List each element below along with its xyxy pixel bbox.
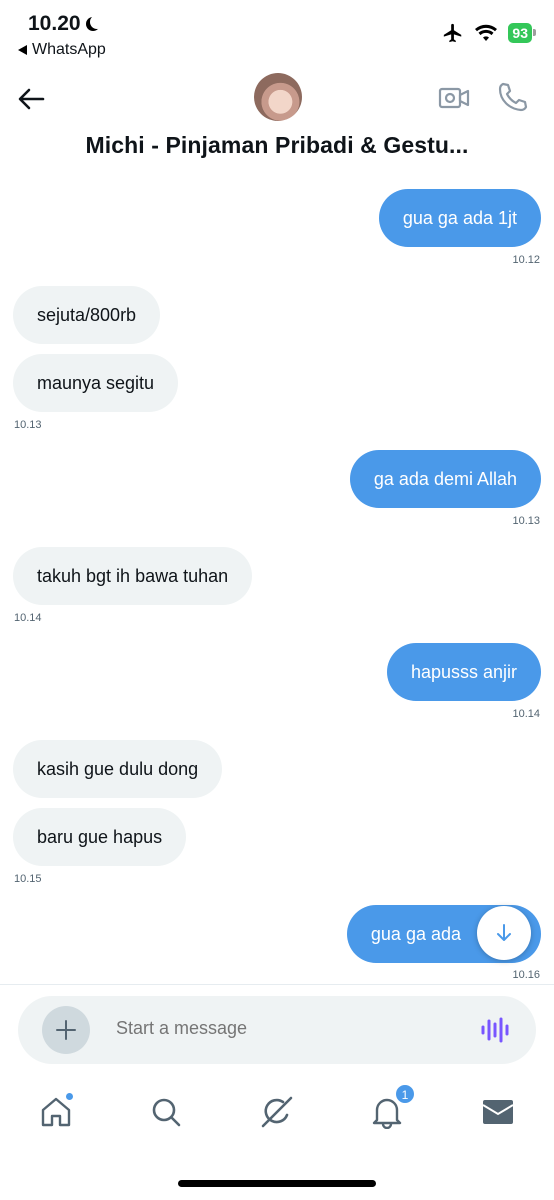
bottom-navigation: 1 xyxy=(0,1082,554,1152)
battery-level: 93 xyxy=(512,25,528,41)
wifi-icon xyxy=(475,24,498,41)
chat-title[interactable]: Michi - Pinjaman Pribadi & Gestu... xyxy=(0,132,554,159)
moon-icon xyxy=(90,15,104,29)
message-outgoing[interactable]: hapusss anjir xyxy=(386,643,541,701)
message-incoming[interactable]: baru gue hapus xyxy=(13,808,187,866)
voice-message-icon[interactable] xyxy=(480,1016,510,1044)
message-timestamp: 10.15 xyxy=(14,873,42,885)
nav-home[interactable] xyxy=(36,1092,76,1132)
nav-messages[interactable] xyxy=(478,1092,518,1132)
message-timestamp: 10.12 xyxy=(512,254,540,266)
home-indicator[interactable] xyxy=(178,1180,376,1187)
add-attachment-button[interactable] xyxy=(42,1006,90,1054)
status-time: 10.20 xyxy=(28,12,99,36)
message-incoming[interactable]: takuh bgt ih bawa tuhan xyxy=(13,547,253,605)
message-composer xyxy=(18,996,536,1064)
message-outgoing[interactable]: gua ga ada 1jt xyxy=(378,189,541,247)
airplane-icon xyxy=(444,23,462,43)
plus-icon xyxy=(56,1020,76,1040)
messages-icon xyxy=(482,1100,514,1124)
home-unread-dot xyxy=(65,1092,74,1101)
back-app-label: WhatsApp xyxy=(32,41,106,58)
composer-divider xyxy=(0,984,554,985)
message-timestamp: 10.16 xyxy=(512,969,540,981)
message-incoming[interactable]: kasih gue dulu dong xyxy=(13,740,223,798)
video-call-icon[interactable] xyxy=(438,84,470,112)
back-triangle-icon xyxy=(18,45,27,55)
back-arrow-icon[interactable] xyxy=(14,82,48,116)
battery-indicator: 93 xyxy=(508,23,536,43)
message-timestamp: 10.13 xyxy=(14,419,42,431)
nav-notifications[interactable]: 1 xyxy=(367,1084,415,1132)
notifications-badge: 1 xyxy=(395,1084,415,1104)
message-input[interactable] xyxy=(116,1018,456,1039)
nav-grok[interactable] xyxy=(257,1092,297,1132)
message-incoming[interactable]: maunya segitu xyxy=(13,354,179,412)
search-icon xyxy=(152,1098,181,1127)
message-timestamp: 10.14 xyxy=(512,708,540,720)
nav-search[interactable] xyxy=(146,1092,186,1132)
clock: 10.20 xyxy=(28,12,81,35)
back-to-app-link[interactable]: WhatsApp xyxy=(18,41,106,59)
contact-avatar[interactable] xyxy=(254,73,302,121)
message-timestamp: 10.14 xyxy=(14,612,42,624)
status-indicators: 93 xyxy=(442,22,536,44)
message-outgoing[interactable]: ga ada demi Allah xyxy=(349,450,541,508)
grok-icon xyxy=(261,1096,293,1128)
status-bar: 10.20 WhatsApp 93 xyxy=(0,0,554,70)
scroll-to-bottom-button[interactable] xyxy=(477,906,531,960)
chat-header: Michi - Pinjaman Pribadi & Gestu... xyxy=(0,70,554,170)
scroll-down-icon xyxy=(497,924,511,941)
phone-icon[interactable] xyxy=(496,81,528,113)
message-incoming[interactable]: sejuta/800rb xyxy=(13,286,161,344)
message-timestamp: 10.13 xyxy=(512,515,540,527)
